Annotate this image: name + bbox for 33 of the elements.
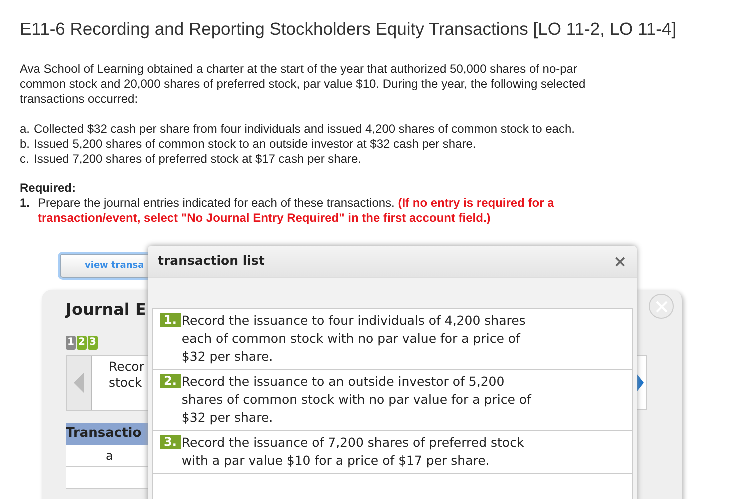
transaction-item[interactable]: Record the issuance of 7,200 shares of preferred stock with a par value $10 for a price of $17 per share.	[182, 434, 544, 470]
transaction-text: Collected $32 cash per share from four individuals and issued 4,200 shares of common stock to each.	[34, 122, 575, 137]
exercise-title: E11-6 Recording and Reporting Stockholders Equity Transactions [LO 11-2, LO 11-4]	[20, 18, 678, 41]
previous-button[interactable]	[67, 356, 92, 410]
left-arrow-icon	[74, 373, 84, 393]
next-button[interactable]	[637, 355, 647, 410]
widget-title: Journal E	[66, 299, 148, 321]
close-button[interactable]: ×	[614, 254, 627, 270]
step-tab[interactable]: 3	[88, 336, 98, 350]
intro-paragraph: Ava School of Learning obtained a charter at the start of the year that authorized 50,000 shares of no-par common stock and 20,000 shares of preferred stock, par value $10. During the year, the following selected transactions occurred:	[20, 62, 587, 107]
list-marker: c.	[20, 152, 30, 167]
item-number-badge: 3.	[160, 435, 181, 449]
item-number-badge: 1.	[160, 313, 181, 327]
dialog-title: transaction list	[158, 252, 265, 270]
step-tab[interactable]: 2	[77, 336, 87, 350]
transaction-item[interactable]: Record the issuance to four individuals of 4,200 shares each of common stock with no par value for a price of $32 per share.	[182, 312, 544, 366]
close-circle-button[interactable]	[649, 294, 674, 319]
description-text: Recor	[109, 359, 144, 375]
required-text: Prepare the journal entries indicated for each of these transactions. (If no entry is required for a transaction/event, select "No Journal Entry Required" in the first account field.)	[38, 196, 556, 226]
transaction-item[interactable]: Record the issuance to an outside investor of 5,200 shares of common stock with no par value for a price of $32 per share.	[182, 373, 544, 427]
transaction-text: Issued 5,200 shares of common stock to an outside investor at $32 cash per share.	[34, 137, 476, 152]
view-transactions-button[interactable]: view transa	[60, 254, 148, 278]
description-text: stock	[109, 375, 144, 391]
transaction-text: Issued 7,200 shares of preferred stock at $17 cash per share.	[34, 152, 362, 167]
list-marker: 1.	[20, 196, 32, 212]
step-tab[interactable]: 1	[66, 336, 76, 350]
required-heading: Required:	[20, 181, 78, 196]
table-cell: a	[66, 445, 148, 467]
right-arrow-icon	[637, 374, 644, 392]
item-number-badge: 2.	[160, 374, 181, 388]
list-marker: a.	[20, 122, 32, 137]
list-marker: b.	[20, 137, 32, 152]
table-header: Transactio	[66, 423, 148, 445]
